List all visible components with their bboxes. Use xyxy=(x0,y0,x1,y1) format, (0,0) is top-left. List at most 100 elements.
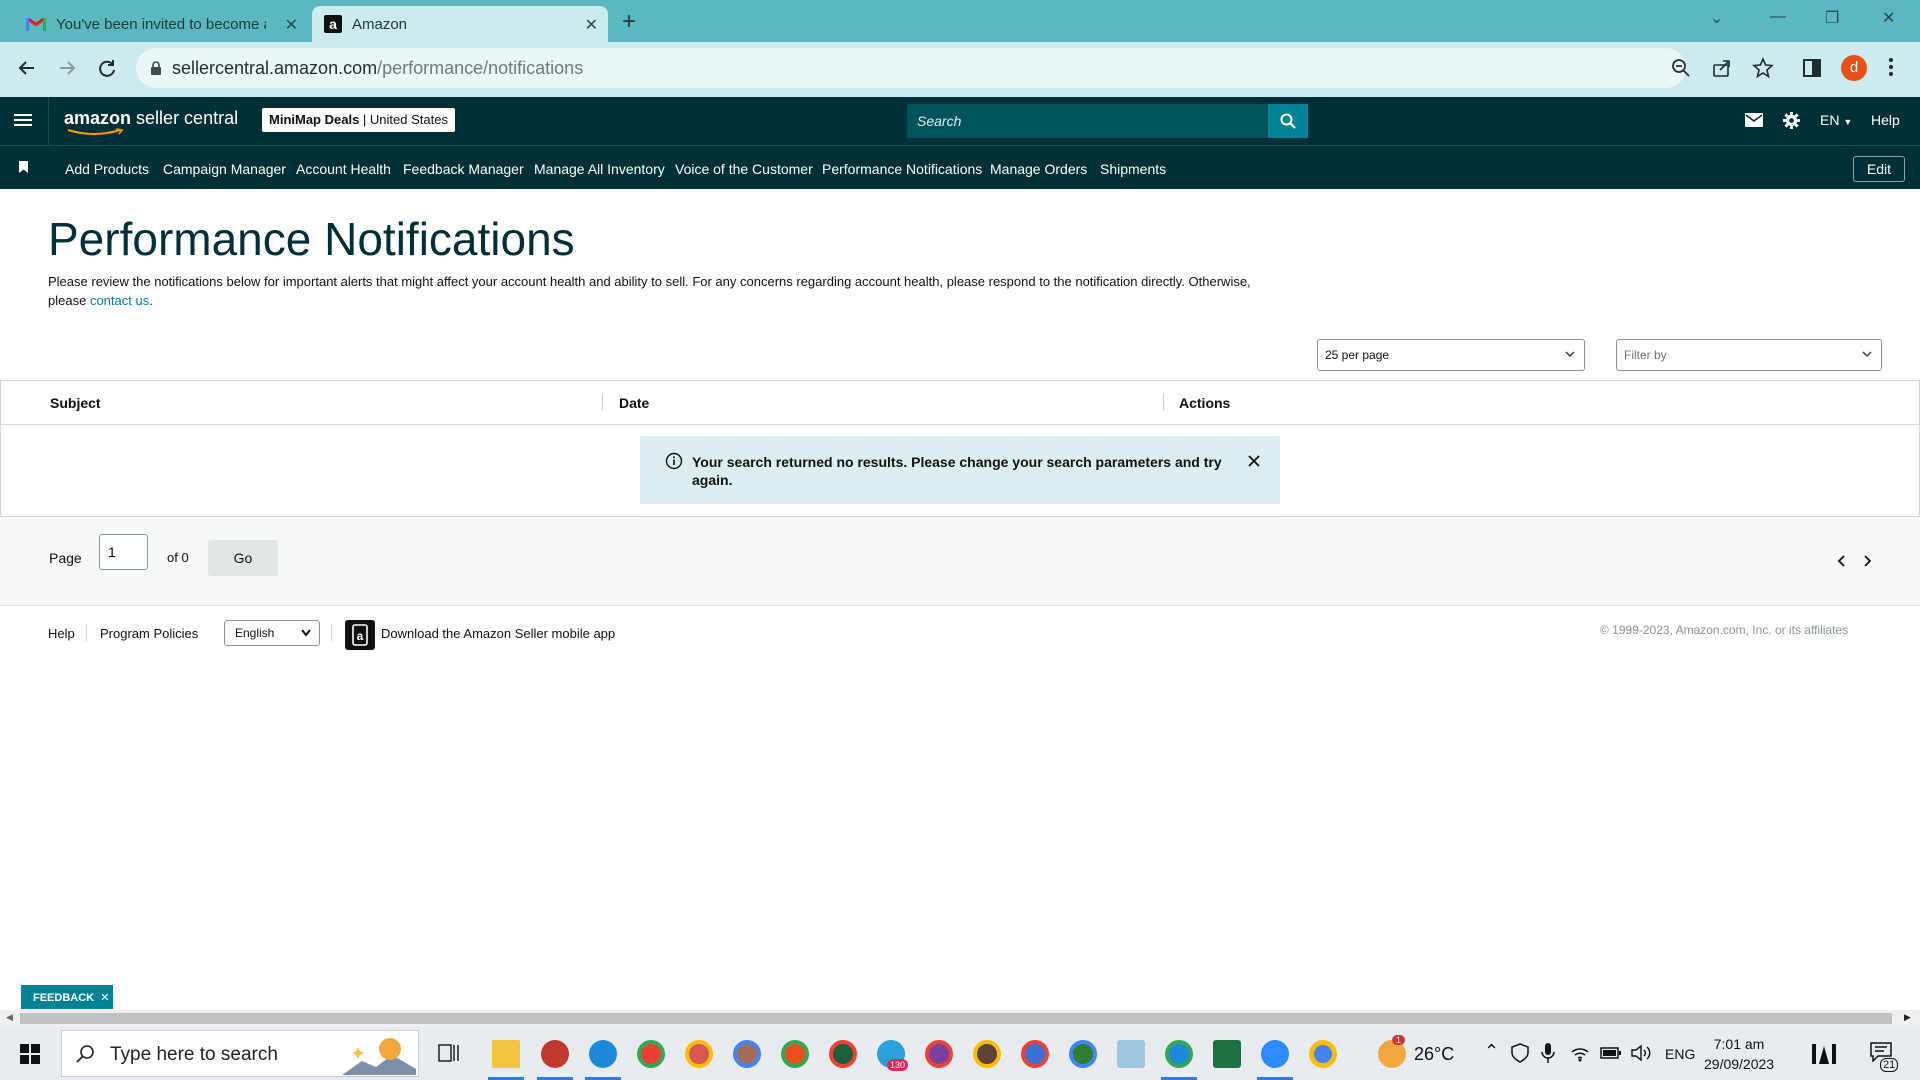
battery-icon[interactable] xyxy=(1600,1046,1622,1060)
chrome-icon[interactable] xyxy=(1309,1040,1337,1068)
input-language[interactable]: ENG xyxy=(1665,1046,1695,1062)
amazon-seller-central-logo[interactable]: amazon seller central xyxy=(64,108,238,135)
chevron-down-icon xyxy=(301,629,311,637)
task-view-icon[interactable] xyxy=(438,1042,460,1064)
share-icon[interactable] xyxy=(1712,58,1732,78)
side-panel-icon[interactable] xyxy=(1802,58,1822,78)
clock-date: 29/09/2023 xyxy=(1704,1056,1775,1072)
page-number-input[interactable] xyxy=(99,534,148,570)
language-selector[interactable]: EN ▼ xyxy=(1820,112,1852,128)
column-subject[interactable]: Subject xyxy=(50,395,101,411)
taskbar-search[interactable]: Type here to search xyxy=(61,1030,419,1077)
excel-icon[interactable] xyxy=(1213,1040,1241,1068)
amazon-seller-app-icon[interactable]: a xyxy=(345,620,375,650)
minimize-icon[interactable]: — xyxy=(1770,8,1786,26)
system-clock[interactable]: 7:01 am 29/09/2023 xyxy=(1704,1034,1774,1074)
file-explorer-icon[interactable] xyxy=(492,1040,520,1068)
restore-icon[interactable]: ❐ xyxy=(1825,8,1839,28)
nav-shipments[interactable]: Shipments xyxy=(1100,161,1166,177)
mail-icon[interactable] xyxy=(1745,113,1763,127)
footer-help-link[interactable]: Help xyxy=(48,626,75,641)
chevron-up-icon[interactable]: ⌃ xyxy=(1484,1041,1499,1062)
feedback-tab[interactable]: FEEDBACK ✕ xyxy=(21,985,113,1009)
download-app-link[interactable]: Download the Amazon Seller mobile app xyxy=(381,626,615,641)
nav-account-health[interactable]: Account Health xyxy=(296,161,391,177)
chrome-profile-icon[interactable] xyxy=(829,1040,857,1068)
nav-manage-orders[interactable]: Manage Orders xyxy=(990,161,1087,177)
chrome-profile-icon[interactable] xyxy=(1069,1040,1097,1068)
page-title: Performance Notifications xyxy=(48,213,575,265)
help-link[interactable]: Help xyxy=(1871,112,1900,128)
contact-us-link[interactable]: contact us xyxy=(90,293,149,308)
zoom-icon[interactable] xyxy=(1671,58,1691,78)
scroll-right-arrow-icon[interactable]: ▶ xyxy=(1904,1012,1911,1023)
column-date[interactable]: Date xyxy=(619,395,649,411)
security-shield-icon[interactable] xyxy=(1510,1043,1530,1063)
caret-down-icon: ▼ xyxy=(1843,117,1853,127)
windows-start-icon[interactable] xyxy=(20,1044,40,1064)
chrome-profile-icon[interactable] xyxy=(781,1040,809,1068)
bookmark-icon[interactable] xyxy=(19,161,28,173)
per-page-select[interactable]: 25 per page xyxy=(1317,339,1585,371)
app-logo-icon[interactable] xyxy=(1810,1042,1838,1066)
new-tab-button[interactable]: + xyxy=(622,8,636,36)
chrome-profile-icon[interactable] xyxy=(1021,1040,1049,1068)
chrome-profile-icon[interactable] xyxy=(973,1040,1001,1068)
clock-time: 7:01 am xyxy=(1713,1036,1765,1052)
footer-language-select[interactable]: English xyxy=(224,620,320,646)
horizontal-scrollbar[interactable]: ◀ ▶ xyxy=(0,1010,1920,1027)
close-window-icon[interactable]: ✕ xyxy=(1882,8,1895,28)
volume-icon[interactable] xyxy=(1630,1044,1652,1062)
close-tab-icon[interactable]: ✕ xyxy=(585,15,598,35)
chrome-profile-icon[interactable] xyxy=(1165,1040,1193,1068)
program-policies-link[interactable]: Program Policies xyxy=(100,626,198,641)
nav-voice-of-the-customer[interactable]: Voice of the Customer xyxy=(675,161,813,177)
browser-tab-bar: You've been invited to become a ✕ a Amaz… xyxy=(0,0,1920,42)
nav-feedback-manager[interactable]: Feedback Manager xyxy=(403,161,524,177)
quick-nav-bar: Add Products Campaign Manager Account He… xyxy=(0,145,1920,189)
nav-manage-all-inventory[interactable]: Manage All Inventory xyxy=(534,161,665,177)
forward-icon[interactable] xyxy=(56,57,78,79)
scroll-left-arrow-icon[interactable]: ◀ xyxy=(6,1012,13,1023)
hamburger-menu-icon[interactable] xyxy=(14,112,32,128)
profile-avatar[interactable]: d xyxy=(1841,55,1867,81)
page-footer: Help Program Policies English a Download… xyxy=(0,606,1920,666)
chevron-right-icon[interactable] xyxy=(1862,555,1872,567)
tab-search-icon[interactable]: ⌄ xyxy=(1710,8,1723,28)
back-icon[interactable] xyxy=(16,57,38,79)
notes-app-icon[interactable] xyxy=(1117,1040,1145,1068)
close-icon[interactable] xyxy=(1247,454,1261,468)
go-button[interactable]: Go xyxy=(208,540,278,576)
edge-icon[interactable] xyxy=(589,1040,617,1068)
search-button[interactable] xyxy=(1268,104,1308,138)
chevron-left-icon[interactable] xyxy=(1837,555,1847,567)
nav-add-products[interactable]: Add Products xyxy=(65,161,149,177)
tab-amazon[interactable]: a Amazon ✕ xyxy=(312,6,608,42)
nav-performance-notifications[interactable]: Performance Notifications xyxy=(822,161,982,177)
url-field[interactable]: sellercentral.amazon.com/performance/not… xyxy=(136,48,1686,88)
chrome-profile-icon[interactable] xyxy=(637,1040,665,1068)
search-input[interactable] xyxy=(907,104,1268,138)
edit-nav-button[interactable]: Edit xyxy=(1853,156,1905,182)
filter-by-select[interactable]: Filter by xyxy=(1616,339,1882,371)
chrome-profile-icon[interactable] xyxy=(925,1040,953,1068)
chrome-profile-icon[interactable] xyxy=(733,1040,761,1068)
close-icon[interactable]: ✕ xyxy=(100,992,109,1004)
store-switcher[interactable]: MiniMap Deals | United States xyxy=(262,108,455,132)
nav-campaign-manager[interactable]: Campaign Manager xyxy=(163,161,286,177)
chrome-menu-icon[interactable] xyxy=(1888,56,1894,78)
search-icon xyxy=(76,1045,94,1063)
settings-gear-icon[interactable] xyxy=(1782,111,1801,130)
chrome-profile-icon[interactable] xyxy=(685,1040,713,1068)
close-tab-icon[interactable]: ✕ xyxy=(285,15,298,35)
wifi-icon[interactable] xyxy=(1570,1044,1590,1062)
snipping-tool-icon[interactable] xyxy=(541,1040,569,1068)
amazon-smile-icon xyxy=(67,128,124,135)
bookmark-star-icon[interactable] xyxy=(1752,57,1774,79)
zoom-icon[interactable] xyxy=(1261,1040,1289,1068)
tab-gmail-invite[interactable]: You've been invited to become a ✕ xyxy=(12,6,308,42)
reload-icon[interactable] xyxy=(96,57,118,79)
search-box xyxy=(907,104,1268,138)
scrollbar-thumb[interactable] xyxy=(20,1013,1892,1024)
microphone-icon[interactable] xyxy=(1541,1042,1555,1064)
